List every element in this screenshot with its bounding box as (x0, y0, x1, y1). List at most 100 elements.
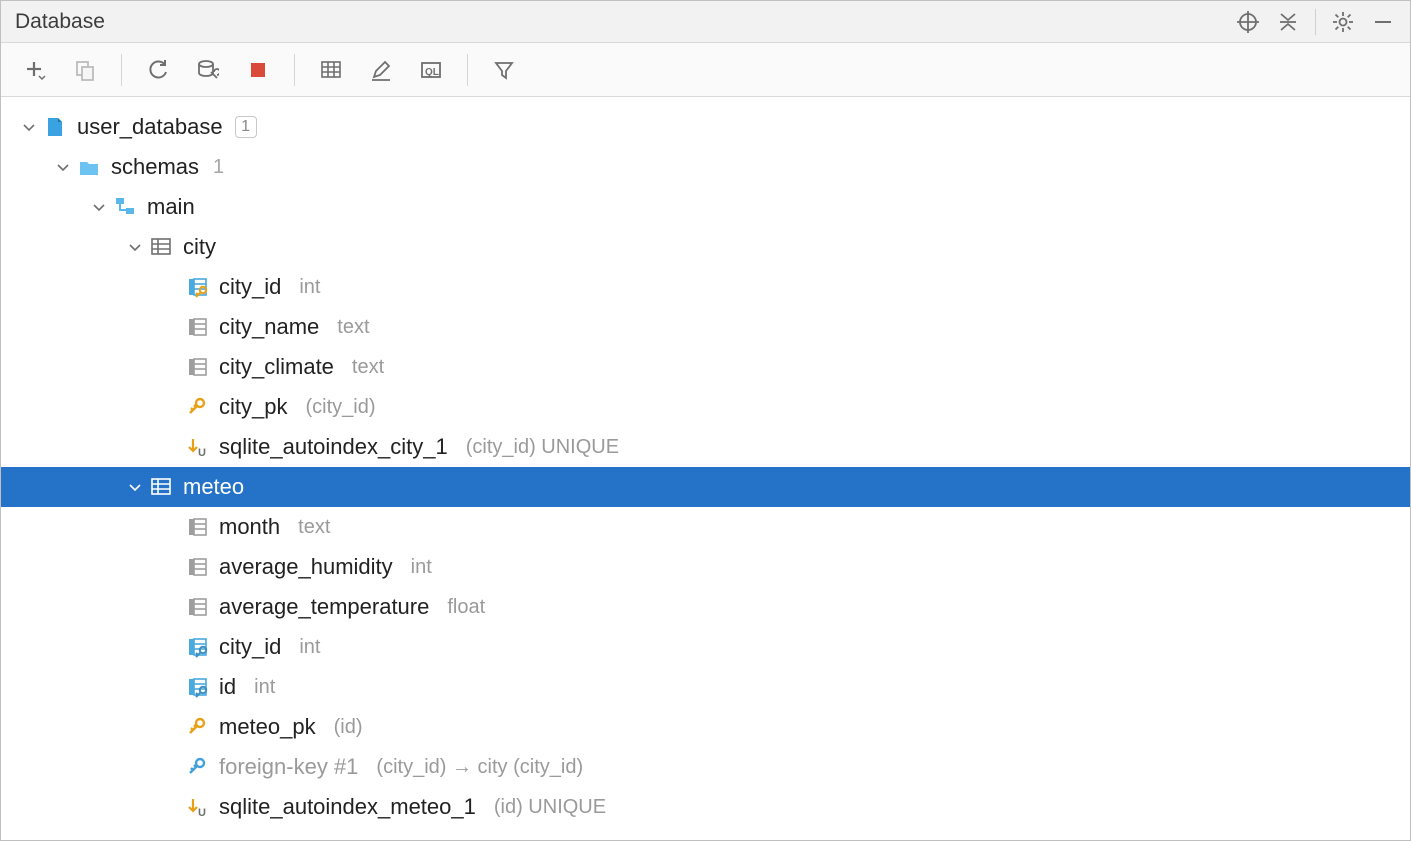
stop-icon (247, 59, 269, 81)
column-meta: text (352, 356, 384, 379)
duplicate-button[interactable] (65, 50, 105, 90)
database-tool-window: Database (0, 0, 1411, 841)
table-icon (149, 475, 173, 499)
key-node[interactable]: city_pk (city_id) (1, 387, 1410, 427)
expand-toggle[interactable] (53, 157, 73, 177)
column-node[interactable]: average_humidity int (1, 547, 1410, 587)
column-label: city_id (219, 274, 281, 300)
column-label: id (219, 674, 236, 700)
schema-count-badge: 1 (235, 116, 257, 138)
column-meta: float (447, 596, 485, 619)
column-label: average_temperature (219, 594, 429, 620)
filter-button[interactable] (484, 50, 524, 90)
chevron-down-icon (21, 119, 37, 135)
key-node[interactable]: meteo_pk (id) (1, 707, 1410, 747)
column-node[interactable]: city_idint (1, 627, 1410, 667)
expand-toggle[interactable] (89, 197, 109, 217)
primary-key-icon (185, 715, 209, 739)
column-node[interactable]: idint (1, 667, 1410, 707)
chevron-down-icon (127, 239, 143, 255)
expand-toggle[interactable] (19, 117, 39, 137)
foreign-key-column-icon (185, 675, 209, 699)
key-node[interactable]: foreign-key #1 (city_id) → city (city_id) (1, 747, 1410, 787)
tool-window-header: Database (1, 1, 1410, 43)
header-actions (1231, 5, 1400, 39)
chevron-down-icon (55, 159, 71, 175)
index-node[interactable]: sqlite_autoindex_city_1(city_id) UNIQUE (1, 427, 1410, 467)
table-view-icon (320, 59, 342, 81)
table-node-meteo[interactable]: meteo (1, 467, 1410, 507)
separator (294, 54, 295, 86)
table-label: meteo (183, 474, 244, 500)
table-label: city (183, 234, 216, 260)
index-node[interactable]: sqlite_autoindex_meteo_1 (id) UNIQUE (1, 787, 1410, 827)
expand-toggle[interactable] (125, 237, 145, 257)
column-label: average_humidity (219, 554, 393, 580)
key-label: foreign-key #1 (219, 754, 358, 780)
edit-ddl-button[interactable] (361, 50, 401, 90)
column-meta: text (298, 516, 330, 539)
table-view-button[interactable] (311, 50, 351, 90)
separator (1315, 9, 1316, 35)
column-icon (185, 595, 209, 619)
manage-button[interactable] (188, 50, 228, 90)
database-tree[interactable]: user_database 1 schemas 1 main city city… (1, 97, 1410, 840)
column-node[interactable]: city_name text (1, 307, 1410, 347)
schemas-label: schemas (111, 154, 199, 180)
foreign-key-icon (185, 755, 209, 779)
folder-icon (77, 155, 101, 179)
column-icon (185, 515, 209, 539)
column-icon (185, 355, 209, 379)
schema-icon (113, 195, 137, 219)
index-icon (185, 435, 209, 459)
hide-button[interactable] (1366, 5, 1400, 39)
expand-toggle[interactable] (125, 477, 145, 497)
schemas-count: 1 (213, 156, 224, 179)
console-button[interactable] (411, 50, 451, 90)
chevron-down-icon (91, 199, 107, 215)
column-label: city_id (219, 634, 281, 660)
chevron-down-icon (127, 479, 143, 495)
refresh-icon (147, 59, 169, 81)
key-label: city_pk (219, 394, 287, 420)
database-toolbar (1, 43, 1410, 97)
tool-window-title: Database (15, 10, 1231, 34)
separator (467, 54, 468, 86)
settings-button[interactable] (1326, 5, 1360, 39)
index-meta: (id) UNIQUE (494, 796, 606, 819)
collapse-all-button[interactable] (1271, 5, 1305, 39)
column-node[interactable]: city_climatetext (1, 347, 1410, 387)
stop-button[interactable] (238, 50, 278, 90)
edit-icon (370, 59, 392, 81)
column-icon (185, 555, 209, 579)
column-meta: int (411, 556, 432, 579)
database-tools-icon (197, 59, 219, 81)
gear-icon (1332, 11, 1354, 33)
query-console-icon (420, 59, 442, 81)
scroll-from-source-button[interactable] (1231, 5, 1265, 39)
add-datasource-button[interactable] (15, 50, 55, 90)
column-label: city_name (219, 314, 319, 340)
key-meta: (id) (334, 716, 363, 739)
key-meta: (city_id) (305, 396, 375, 419)
column-node[interactable]: monthtext (1, 507, 1410, 547)
separator (121, 54, 122, 86)
index-icon (185, 795, 209, 819)
plus-icon (23, 59, 47, 81)
key-label: meteo_pk (219, 714, 316, 740)
foreign-key-column-icon (185, 635, 209, 659)
schema-node-main[interactable]: main (1, 187, 1410, 227)
schema-label: main (147, 194, 195, 220)
schemas-group-node[interactable]: schemas 1 (1, 147, 1410, 187)
index-label: sqlite_autoindex_meteo_1 (219, 794, 476, 820)
key-meta: (city_id) → city (city_id) (376, 756, 583, 779)
column-meta: text (337, 316, 369, 339)
column-node[interactable]: average_temperature float (1, 587, 1410, 627)
datasource-node[interactable]: user_database 1 (1, 107, 1410, 147)
table-node-city[interactable]: city (1, 227, 1410, 267)
column-node[interactable]: city_id int (1, 267, 1410, 307)
refresh-button[interactable] (138, 50, 178, 90)
column-meta: int (299, 276, 320, 299)
column-icon (185, 315, 209, 339)
duplicate-icon (74, 59, 96, 81)
